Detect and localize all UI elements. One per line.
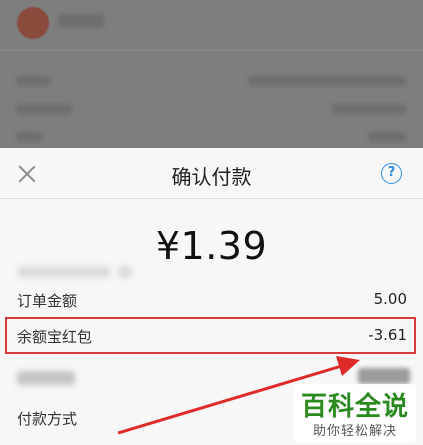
watermark-subtitle: 助你轻松解决 [312,424,397,439]
blurred-row [248,76,406,86]
blurred-row [16,76,50,86]
blurred-row [16,104,72,114]
blurred-value [358,368,410,384]
order-amount-row: 订单金额 5.00 [0,284,423,316]
payment-amount: ¥1.39 [155,224,268,268]
help-icon[interactable]: ? [381,163,402,184]
background-page [0,0,423,148]
order-amount-value: 5.00 [373,290,407,308]
watermark-title: 百科全说 [300,392,409,422]
sheet-title: 确认付款 [171,165,252,189]
blurred-info [18,266,110,278]
blurred-row [368,132,406,142]
payment-method-label: 付款方式 [17,410,78,428]
blurred-username [58,14,104,28]
order-amount-label: 订单金额 [17,292,78,310]
blurred-label [17,371,75,385]
blurred-row [332,104,406,114]
sheet-header: 确认付款 ? [0,148,423,199]
avatar-icon [17,7,49,39]
watermark-logo: 百科全说 助你轻松解决 [294,384,416,442]
blurred-info [118,266,132,278]
blurred-row [16,132,42,142]
highlight-box [5,317,416,354]
divider [0,50,423,51]
